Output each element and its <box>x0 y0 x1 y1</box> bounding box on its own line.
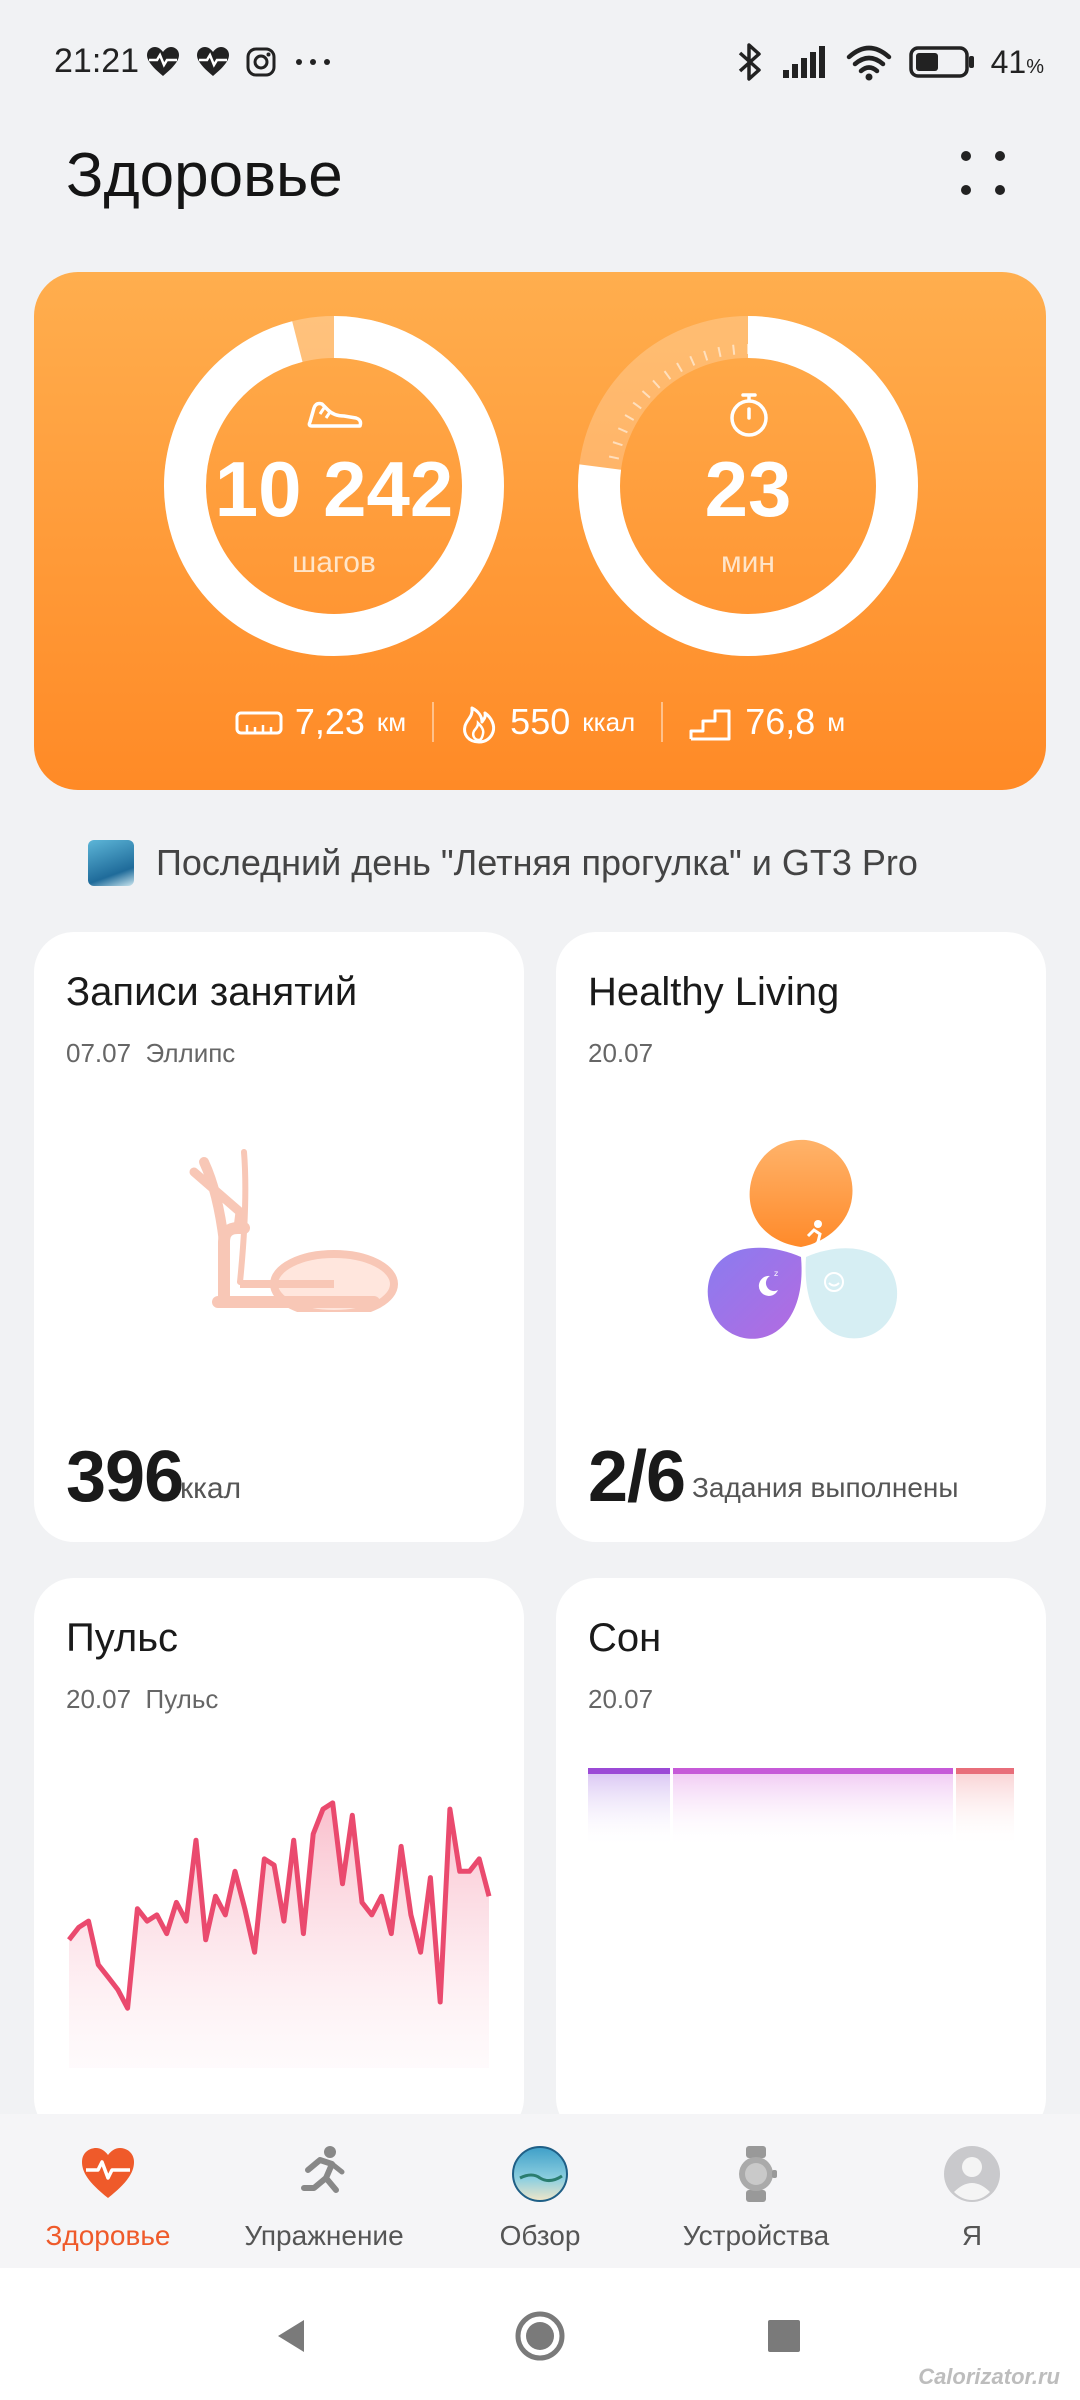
back-icon[interactable] <box>264 2308 320 2364</box>
nav-tab-health[interactable]: Здоровье <box>0 2114 216 2268</box>
sleep-bars-chart <box>588 1768 1014 1848</box>
calories-unit: ккал <box>582 706 636 737</box>
workout-calories-unit: ккал <box>180 1472 242 1505</box>
healthy-living-card[interactable]: Healthy Living 20.07 z 2/6 Задания выпол… <box>556 932 1046 1542</box>
distance-unit: км <box>376 706 407 737</box>
battery-icon <box>908 46 974 78</box>
instagram-icon <box>246 47 276 77</box>
running-person-icon <box>301 2146 345 2193</box>
card-subtitle: 20.07 Пульс <box>66 1684 219 1714</box>
more-menu-button[interactable] <box>950 140 1018 208</box>
healthy-living-petals: z <box>707 1139 898 1339</box>
watermark: Calorizator.ru <box>918 2364 1060 2389</box>
status-time: 21:21 <box>54 42 140 80</box>
nav-label: Здоровье <box>45 2220 171 2251</box>
steps-unit: шагов <box>292 546 376 579</box>
climb-value: 76,8 <box>745 701 816 742</box>
nav-tab-me[interactable]: Я <box>864 2114 1080 2268</box>
tasks-completed-label: Задания выполнены <box>692 1472 959 1503</box>
heart-pulse-icon <box>197 47 229 76</box>
svg-text:z: z <box>774 1269 778 1278</box>
flame-icon <box>463 706 496 744</box>
home-icon[interactable] <box>512 2308 568 2364</box>
activity-rings-card[interactable]: 10 242 шагов 23 мин 7,23 км 550 ккал 76,… <box>34 272 1046 790</box>
workout-calories-value: 396 <box>66 1437 184 1517</box>
nav-tab-exercise[interactable]: Упражнение <box>216 2114 432 2268</box>
card-date: 20.07 <box>588 1038 654 1068</box>
nav-tab-devices[interactable]: Устройства <box>648 2114 864 2268</box>
heart-rate-chart <box>67 1800 492 2068</box>
shoe-icon <box>307 401 363 428</box>
sleep-segment-rem <box>956 1768 1014 1848</box>
heart-pulse-icon <box>147 47 179 76</box>
avatar-icon <box>944 2146 1000 2202</box>
nav-tab-discover[interactable]: Обзор <box>432 2114 648 2268</box>
nav-label: Упражнение <box>244 2220 404 2251</box>
bluetooth-icon <box>738 43 761 81</box>
wifi-icon <box>846 45 891 81</box>
card-title: Пульс <box>66 1616 179 1660</box>
minute-tick <box>760 344 764 355</box>
calories-stat: 550 ккал <box>460 700 635 744</box>
card-title: Сон <box>588 1616 662 1660</box>
page-title: Здоровье <box>66 141 343 210</box>
bottom-navigation: Здоровье Упражнение Обзор Устройства Я <box>0 2114 1080 2268</box>
minute-tick <box>732 617 736 628</box>
promo-text: Последний день "Летняя прогулка" и GT3 P… <box>156 842 918 883</box>
minutes-unit: мин <box>721 546 775 579</box>
nav-label: Обзор <box>499 2220 581 2251</box>
minutes-value: 23 <box>704 445 792 533</box>
stopwatch-icon <box>730 393 768 437</box>
promo-thumbnail <box>88 840 134 886</box>
climb-stat: 76,8 м <box>689 701 845 743</box>
nav-label: Устройства <box>682 2220 830 2251</box>
distance-stat: 7,23 км <box>235 701 406 743</box>
heart-pulse-icon <box>82 2148 134 2198</box>
distance-value: 7,23 <box>294 701 365 742</box>
battery-percent: 41% <box>990 43 1044 80</box>
card-title: Healthy Living <box>588 970 840 1014</box>
sleep-card[interactable]: Сон 20.07 <box>556 1578 1046 2138</box>
stat-divider <box>432 702 435 742</box>
more-dots-2x2-icon <box>961 151 1005 195</box>
stairs-icon <box>689 709 731 741</box>
climb-unit: м <box>827 706 846 737</box>
recents-icon[interactable] <box>756 2308 812 2364</box>
card-title: Записи занятий <box>66 970 358 1014</box>
tasks-completed-value: 2/6 <box>588 1437 686 1517</box>
steps-value: 10 242 <box>214 445 454 533</box>
stat-divider <box>661 702 664 742</box>
ruler-icon <box>235 711 283 735</box>
status-bar: 21:21 41% <box>0 0 1080 124</box>
active-minutes-ring[interactable]: 23 мин <box>578 316 918 656</box>
signal-icon <box>782 46 825 78</box>
system-navigation-bar: Calorizator.ru <box>0 2268 1080 2400</box>
globe-icon <box>512 2146 568 2202</box>
card-date: 20.07 <box>588 1684 654 1714</box>
activity-stats-row: 7,23 км 550 ккал 76,8 м <box>34 692 1046 752</box>
more-dots-icon <box>296 59 330 65</box>
system-status-icons: 41% <box>735 40 1044 84</box>
watch-icon <box>739 2146 777 2202</box>
sleep-segment-light <box>673 1768 953 1848</box>
notification-icons <box>145 42 335 82</box>
minute-tick <box>760 617 764 628</box>
workout-records-card[interactable]: Записи занятий 07.07 Эллипс 396 ккал <box>34 932 524 1542</box>
heart-rate-card[interactable]: Пульс 20.07 Пульс <box>34 1578 524 2138</box>
nav-label: Я <box>961 2220 983 2251</box>
card-subtitle: 07.07 Эллипс <box>66 1038 236 1068</box>
sleep-segment-deep <box>588 1768 670 1848</box>
steps-ring[interactable]: 10 242 шагов <box>164 316 504 656</box>
calories-value: 550 <box>510 701 571 742</box>
elliptical-trainer-icon <box>189 1149 398 1312</box>
minute-tick <box>732 344 736 355</box>
promo-banner[interactable]: Последний день "Летняя прогулка" и GT3 P… <box>88 836 918 890</box>
